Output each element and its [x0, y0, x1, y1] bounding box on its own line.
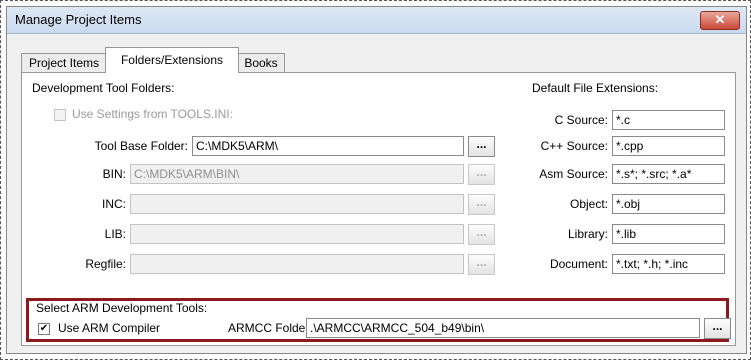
use-arm-compiler-checkbox[interactable]: ✔: [38, 323, 50, 335]
document-extension-input[interactable]: *.txt; *.h; *.inc: [612, 254, 725, 274]
bin-label: BIN:: [102, 167, 126, 181]
close-button[interactable]: ✕: [700, 11, 740, 30]
cpp-source-label: C++ Source:: [540, 139, 608, 153]
bin-browse-button[interactable]: ...: [468, 164, 495, 185]
inc-browse-button[interactable]: ...: [468, 194, 495, 215]
tool-base-folder-browse-button[interactable]: ...: [468, 136, 495, 157]
lib-folder-input[interactable]: [130, 224, 464, 244]
cpp-source-extension-input[interactable]: *.cpp: [612, 136, 725, 156]
use-tools-ini-checkbox[interactable]: [54, 109, 66, 121]
regfile-label: Regfile:: [85, 257, 126, 271]
use-tools-ini-label: Use Settings from TOOLS.INI:: [72, 107, 233, 121]
asm-source-label: Asm Source:: [539, 167, 608, 181]
tool-base-folder-label: Tool Base Folder:: [94, 139, 188, 153]
tool-base-folder-input[interactable]: C:\MDK5\ARM\: [192, 136, 464, 156]
lib-browse-button[interactable]: ...: [468, 224, 495, 245]
c-source-label: C Source:: [554, 113, 608, 127]
armcc-folder-browse-button[interactable]: ...: [704, 318, 731, 339]
inc-folder-input[interactable]: [130, 194, 464, 214]
bin-folder-input[interactable]: C:\MDK5\ARM\BIN\: [130, 164, 464, 184]
asm-source-extension-input[interactable]: *.s*; *.src; *.a*: [612, 164, 725, 184]
tab-project-items[interactable]: Project Items: [21, 53, 107, 73]
close-icon: ✕: [714, 12, 726, 27]
title-bar: Manage Project Items ✕: [7, 7, 746, 34]
default-file-extensions-heading: Default File Extensions:: [532, 81, 659, 95]
use-arm-compiler-label: Use ARM Compiler: [58, 321, 161, 335]
folders-extensions-panel: Development Tool Folders: Use Settings f…: [21, 72, 736, 346]
library-extension-input[interactable]: *.lib: [612, 224, 725, 244]
document-label: Document:: [549, 257, 608, 271]
arm-tools-heading: Select ARM Development Tools:: [36, 301, 208, 315]
armcc-folder-input[interactable]: .\ARMCC\ARMCC_504_b49\bin\: [306, 318, 700, 338]
object-extension-input[interactable]: *.obj: [612, 194, 725, 214]
armcc-folder-label: ARMCC Folder:: [228, 321, 313, 335]
window-title: Manage Project Items: [15, 12, 142, 27]
development-tool-folders-heading: Development Tool Folders:: [32, 81, 175, 95]
lib-label: LIB:: [104, 227, 126, 241]
manage-project-items-dialog: Manage Project Items ✕ Project Items Fol…: [6, 6, 747, 354]
c-source-extension-input[interactable]: *.c: [612, 110, 725, 130]
regfile-folder-input[interactable]: [130, 254, 464, 274]
library-label: Library:: [567, 227, 608, 241]
regfile-browse-button[interactable]: ...: [468, 254, 495, 275]
tab-books[interactable]: Books: [237, 53, 285, 73]
tab-folders-extensions[interactable]: Folders/Extensions: [105, 47, 239, 73]
object-label: Object:: [569, 197, 608, 211]
inc-label: INC:: [102, 197, 126, 211]
checkmark-icon: ✔: [39, 323, 49, 334]
